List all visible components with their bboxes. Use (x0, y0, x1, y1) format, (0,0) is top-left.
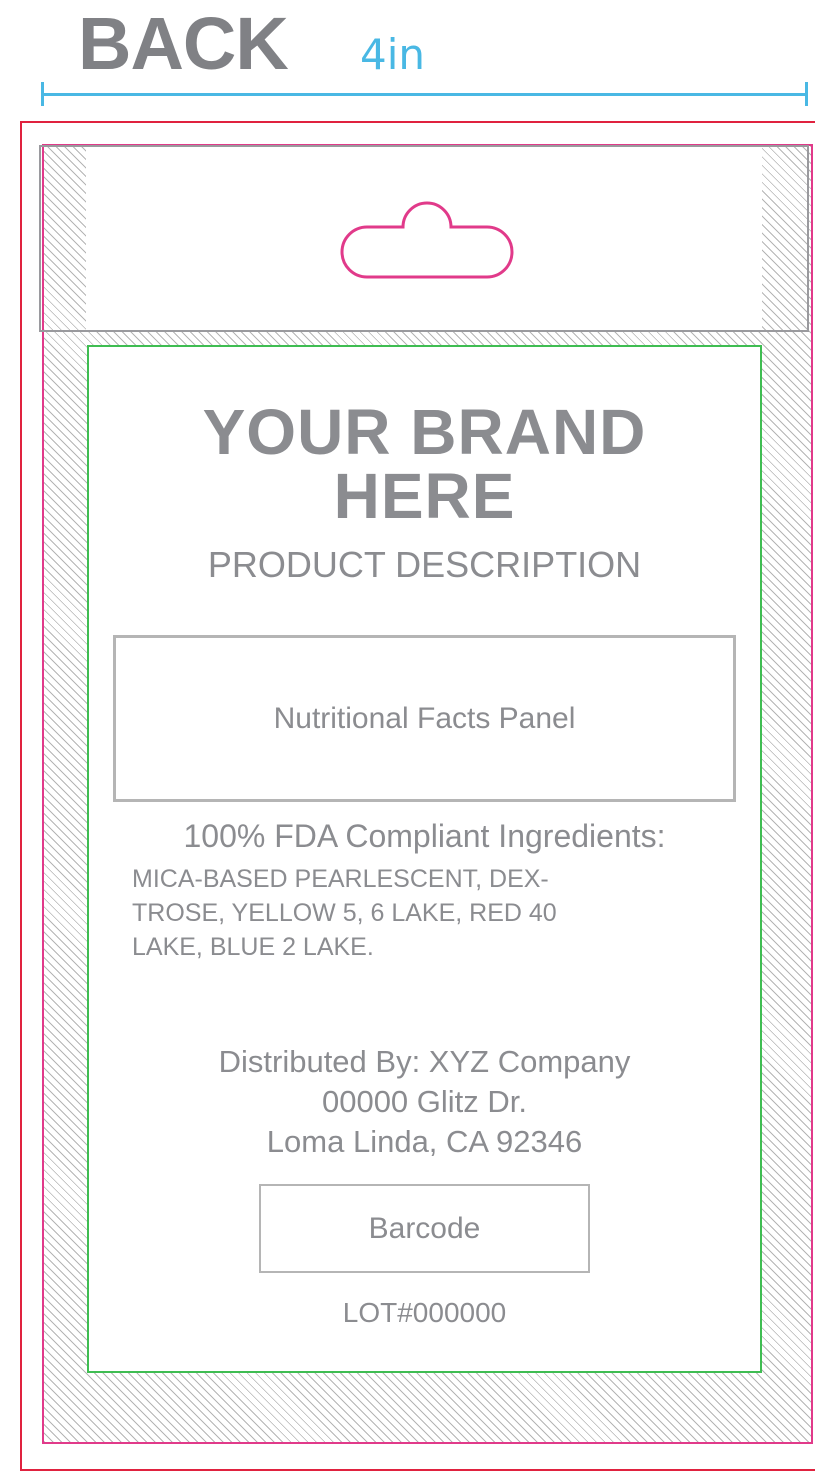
dimension-tick-right (805, 82, 808, 106)
dimension-line (42, 93, 808, 96)
brand-line-1: YOUR BRAND (202, 396, 647, 468)
nutrition-facts-label: Nutritional Facts Panel (273, 701, 576, 735)
distributor-info: Distributed By: XYZ Company 00000 Glitz … (87, 1042, 762, 1162)
distributor-line-3: Loma Linda, CA 92346 (266, 1124, 583, 1159)
nutrition-facts-panel: Nutritional Facts Panel (113, 635, 736, 802)
barcode-label: Barcode (368, 1211, 481, 1245)
ingredients-line-3: LAKE, BLUE 2 LAKE. (132, 933, 374, 961)
ingredients-line-2: TROSE, YELLOW 5, 6 LAKE, RED 40 (132, 899, 557, 927)
distributor-line-1: Distributed By: XYZ Company (218, 1044, 631, 1079)
lot-number: LOT#000000 (342, 1297, 507, 1328)
brand-line-2: HERE (333, 460, 516, 532)
ingredients-heading: 100% FDA Compliant Ingredients: (183, 818, 666, 854)
ingredients-list: MICA-BASED PEARLESCENT, DEX- TROSE, YELL… (132, 862, 672, 964)
brand-name: YOUR BRAND HERE (87, 400, 762, 528)
page-title: BACK (78, 2, 289, 85)
product-description: PRODUCT DESCRIPTION (207, 544, 642, 585)
hang-hole-icon (340, 201, 514, 279)
width-dimension-label: 4in (360, 30, 426, 79)
distributor-line-2: 00000 Glitz Dr. (321, 1084, 528, 1119)
ingredients-line-1: MICA-BASED PEARLESCENT, DEX- (132, 865, 549, 893)
barcode-placeholder: Barcode (259, 1184, 590, 1273)
